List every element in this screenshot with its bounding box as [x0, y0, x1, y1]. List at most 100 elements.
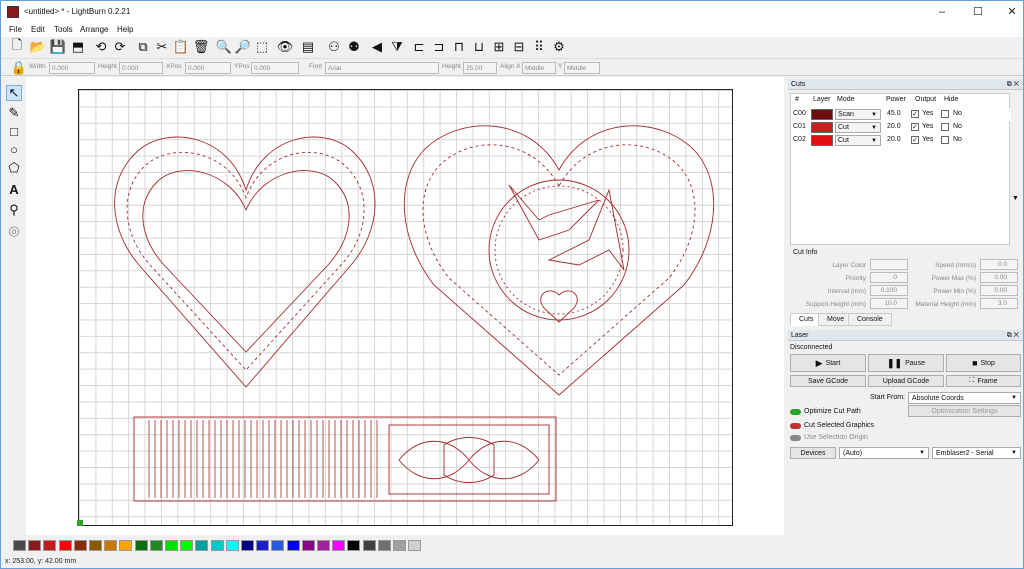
menu-arrange[interactable]: Arrange	[80, 25, 108, 34]
cut-selected-graphics-toggle[interactable]	[790, 423, 801, 429]
upload-gcode-button[interactable]: Upload GCode	[868, 375, 944, 387]
palette-swatch[interactable]	[89, 540, 102, 551]
palette-swatch[interactable]	[408, 540, 422, 551]
menu-help[interactable]: Help	[117, 25, 133, 34]
rectangle-tool-icon[interactable]: □	[6, 123, 22, 139]
interval-input[interactable]: 0.100	[870, 285, 908, 296]
align-y-select[interactable]: Middle	[564, 62, 600, 74]
table-row[interactable]: C02 Cut ▼ 20.0 ✓ Yes No	[791, 134, 1011, 147]
zoom-in-icon[interactable]: 🔍	[216, 39, 232, 55]
settings-icon[interactable]: ▤	[300, 39, 316, 55]
edit-nodes-icon[interactable]: ✎	[6, 105, 22, 121]
device-select[interactable]: Emblaser2 - Serial ▼	[932, 447, 1021, 459]
power-min-input[interactable]: 0.00	[980, 285, 1018, 296]
open-file-icon[interactable]: 📂	[30, 39, 46, 55]
distribute-icon[interactable]: ⊟	[511, 39, 527, 55]
design-canvas[interactable]	[26, 77, 784, 535]
palette-swatch[interactable]	[13, 540, 26, 551]
palette-swatch[interactable]	[180, 540, 194, 551]
palette-swatch[interactable]	[134, 540, 148, 551]
lock-icon[interactable]: 🔒	[11, 60, 27, 76]
float-panel-icon[interactable]: ⧉ ✕	[1007, 330, 1019, 341]
array-icon[interactable]: ⠿	[531, 39, 547, 55]
align-x-select[interactable]: Middle	[522, 62, 556, 74]
minimize-button[interactable]: –	[931, 4, 953, 20]
zoom-fit-icon[interactable]: ⬚	[254, 39, 270, 55]
output-checkbox[interactable]: ✓	[911, 123, 919, 131]
group-icon[interactable]: ⚇	[326, 39, 342, 55]
palette-swatch[interactable]	[271, 540, 285, 551]
palette-swatch[interactable]	[377, 540, 391, 551]
palette-swatch[interactable]	[149, 540, 163, 551]
save-icon[interactable]: 💾	[50, 39, 66, 55]
palette-swatch[interactable]	[165, 540, 178, 551]
paste-icon[interactable]: 📋	[173, 39, 189, 55]
layer-color-swatch[interactable]	[811, 135, 833, 146]
preview-icon[interactable]: 👁	[277, 39, 294, 55]
material-height-input[interactable]: 3.0	[980, 298, 1018, 309]
palette-swatch[interactable]	[28, 540, 42, 551]
select-tool-icon[interactable]: ↖	[6, 85, 22, 101]
text-tool-icon[interactable]: A	[6, 181, 22, 197]
layer-color-swatch[interactable]	[811, 109, 833, 120]
table-row[interactable]: C00 Scan ▼ 45.0 ✓ Yes No	[791, 108, 1011, 121]
use-selection-origin-toggle[interactable]	[790, 435, 801, 441]
save-gcode-button[interactable]: Save GCode	[790, 375, 866, 387]
work-area-grid[interactable]	[77, 89, 733, 526]
redo-icon[interactable]: ⟳	[112, 39, 128, 55]
output-checkbox[interactable]: ✓	[911, 136, 919, 144]
hide-checkbox[interactable]	[941, 136, 949, 144]
ypos-input[interactable]: 0.000	[251, 62, 299, 74]
mode-select[interactable]: Scan ▼	[835, 109, 881, 120]
support-height-input[interactable]: 10.0	[870, 298, 908, 309]
mode-select[interactable]: Cut ▼	[835, 135, 881, 146]
port-select[interactable]: (Auto) ▼	[839, 447, 929, 459]
palette-swatch[interactable]	[301, 540, 315, 551]
scroll-down-icon[interactable]: ▼	[1012, 195, 1019, 202]
palette-swatch[interactable]	[58, 540, 72, 551]
start-from-select[interactable]: Absolute Coords ▼	[908, 392, 1021, 404]
ellipse-tool-icon[interactable]: ○	[6, 141, 22, 157]
xpos-input[interactable]: 0.000	[185, 62, 231, 74]
frame-button[interactable]: ⛶ Frame	[946, 375, 1021, 387]
palette-swatch[interactable]	[43, 540, 57, 551]
table-row[interactable]: C01 Cut ▼ 20.0 ✓ Yes No	[791, 121, 1011, 134]
palette-swatch[interactable]	[195, 540, 209, 551]
align-top-icon[interactable]: ⊓	[451, 39, 467, 55]
mirror-horizontal-icon[interactable]: ◀	[369, 39, 385, 55]
maximize-button[interactable]: ☐	[967, 4, 989, 20]
float-panel-icon[interactable]: ⧉ ✕	[1007, 79, 1019, 90]
align-left-icon[interactable]: ⊏	[411, 39, 427, 55]
align-bottom-icon[interactable]: ⊔	[471, 39, 487, 55]
align-right-icon[interactable]: ⊐	[431, 39, 447, 55]
hide-checkbox[interactable]	[941, 110, 949, 118]
cut-icon[interactable]: ✂	[154, 39, 170, 55]
rotary-icon[interactable]: ⚙	[551, 39, 567, 55]
palette-swatch[interactable]	[73, 540, 87, 551]
font-height-input[interactable]: 25.00	[463, 62, 497, 74]
hide-checkbox[interactable]	[941, 123, 949, 131]
menu-edit[interactable]: Edit	[31, 25, 45, 34]
palette-swatch[interactable]	[286, 540, 300, 551]
palette-swatch[interactable]	[256, 540, 270, 551]
speed-input[interactable]: 0.0	[980, 259, 1018, 270]
palette-swatch[interactable]	[225, 540, 239, 551]
palette-swatch[interactable]	[332, 540, 346, 551]
import-icon[interactable]: ⬒	[70, 39, 86, 55]
tab-console[interactable]: Console	[848, 313, 892, 326]
width-input[interactable]: 0.000	[49, 62, 95, 74]
pause-button[interactable]: ❚❚ Pause	[868, 354, 944, 372]
close-button[interactable]: ✕	[1001, 4, 1023, 20]
palette-swatch[interactable]	[362, 540, 376, 551]
mirror-vertical-icon[interactable]: ⧩	[389, 39, 405, 55]
font-select[interactable]: Arial	[325, 62, 439, 74]
align-center-icon[interactable]: ⊞	[491, 39, 507, 55]
optimize-cut-path-toggle[interactable]	[790, 409, 801, 415]
palette-swatch[interactable]	[119, 540, 133, 551]
palette-swatch[interactable]	[104, 540, 118, 551]
layer-color-swatch[interactable]	[811, 122, 833, 133]
polygon-tool-icon[interactable]: ⬠	[6, 160, 22, 176]
palette-swatch[interactable]	[210, 540, 224, 551]
power-max-input[interactable]: 0.00	[980, 272, 1018, 283]
palette-swatch[interactable]	[347, 540, 361, 551]
